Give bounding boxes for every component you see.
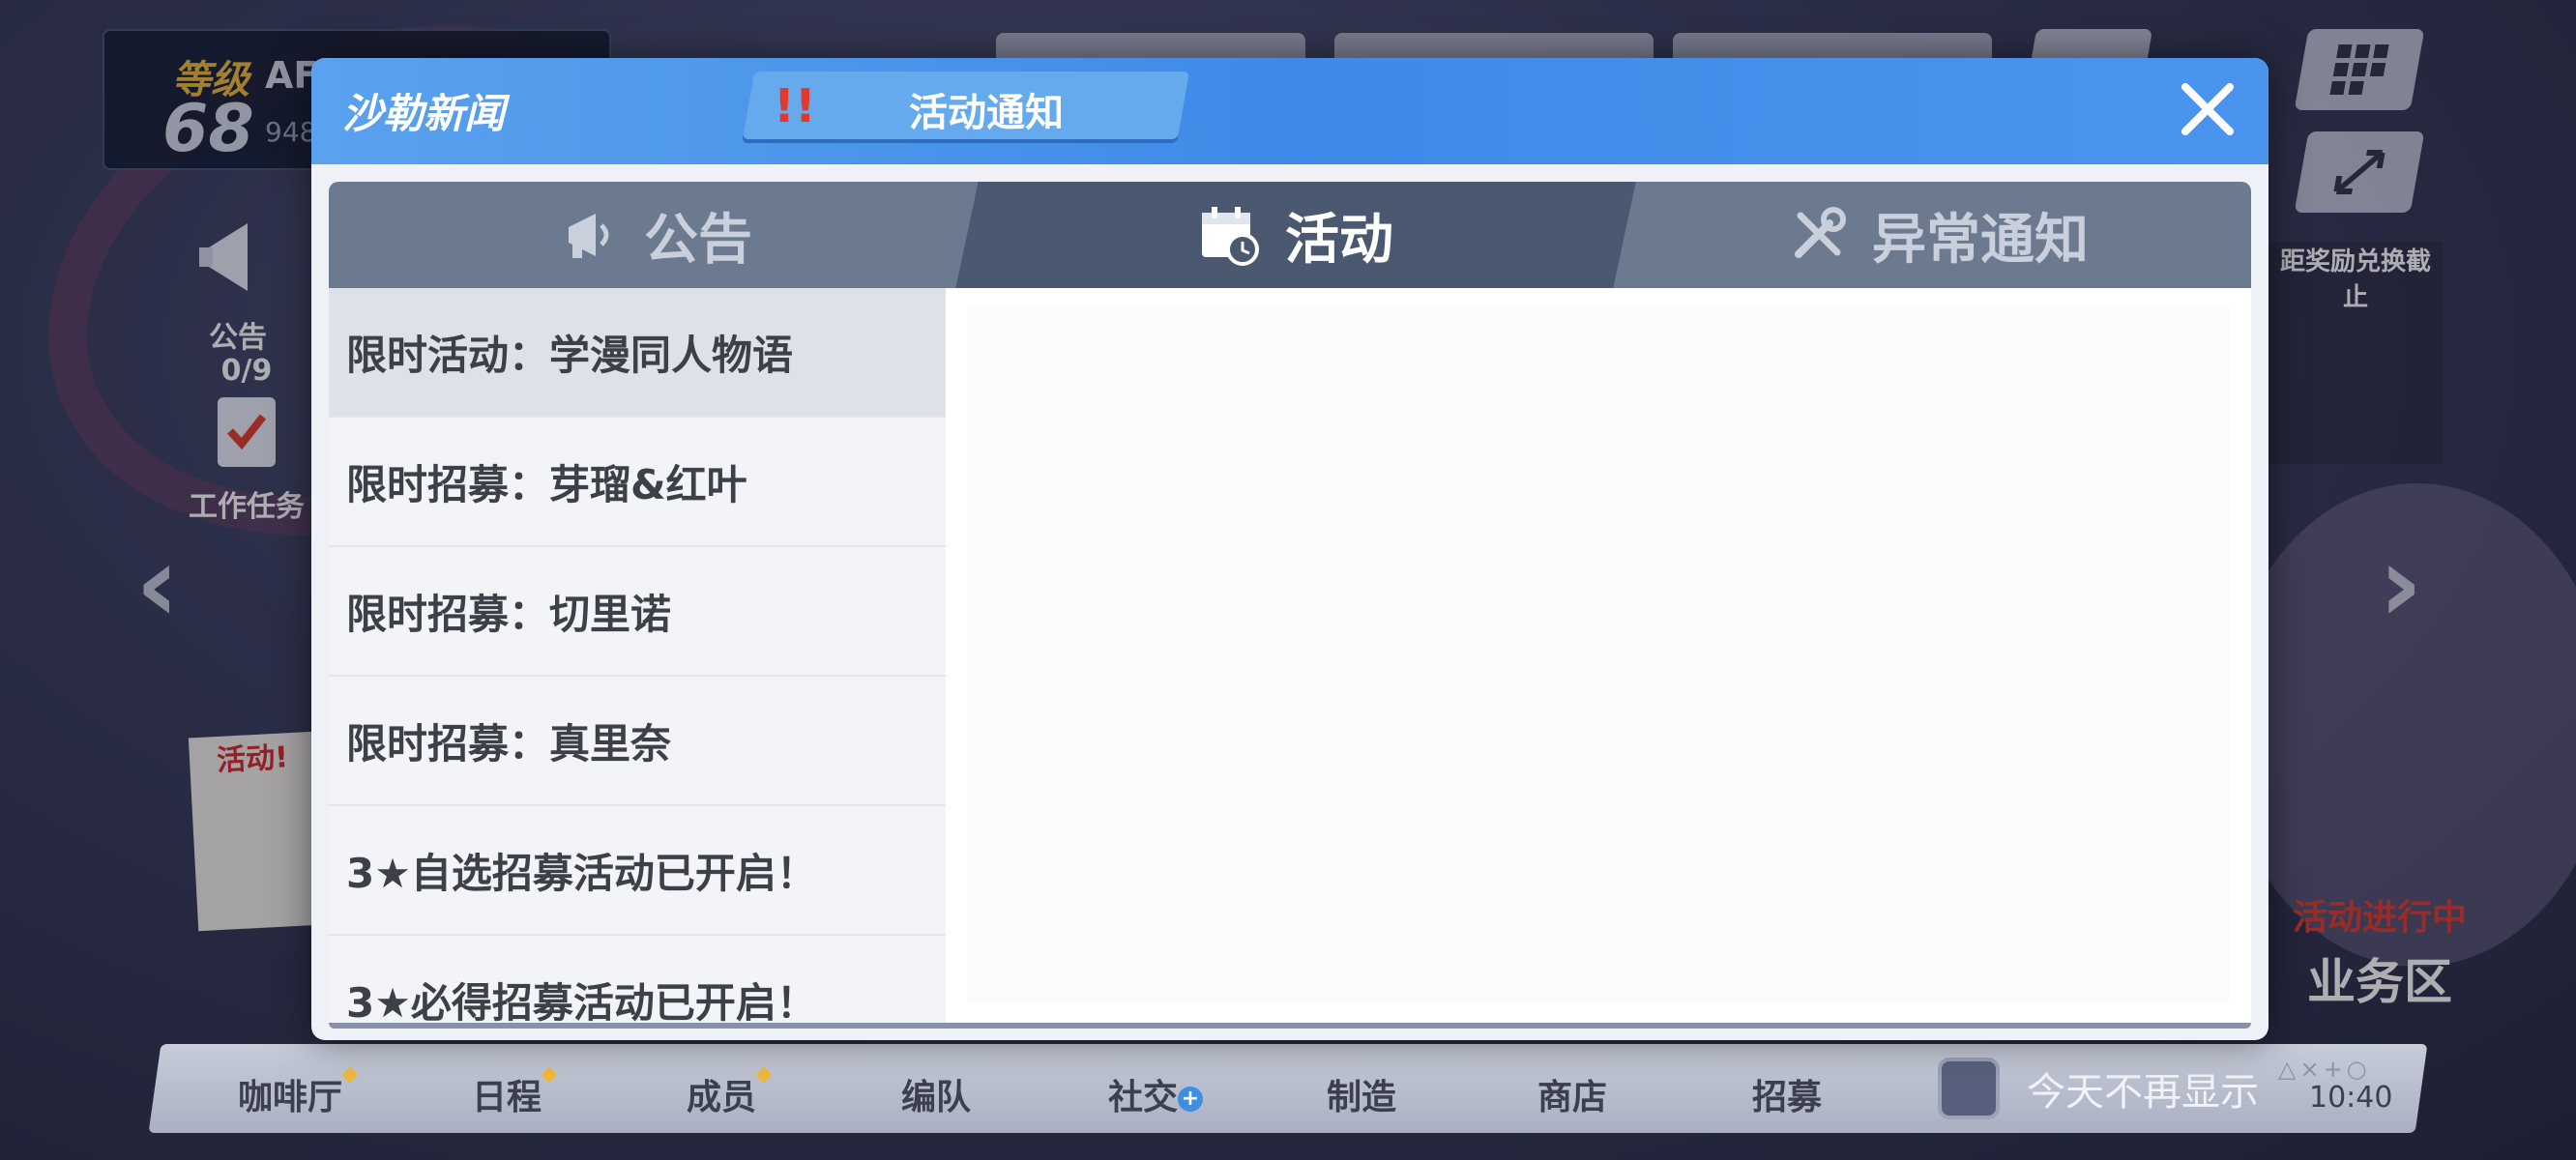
nav-formation[interactable]: 编队 bbox=[901, 1069, 971, 1119]
list-item[interactable]: 限时招募：真里奈 bbox=[329, 677, 946, 806]
megaphone-icon bbox=[559, 204, 621, 266]
nav-members[interactable]: 成员 bbox=[687, 1066, 773, 1119]
nav-cafe[interactable]: 咖啡厅 bbox=[238, 1066, 359, 1119]
nav-shop[interactable]: 商店 bbox=[1537, 1069, 1607, 1119]
dont-show-label: 今天不再显示 bbox=[2027, 1070, 2259, 1115]
notify-dot-icon bbox=[755, 1066, 773, 1084]
nav-social-label: 社交 bbox=[1108, 1078, 1179, 1117]
news-modal: 沙勒新闻 !! 活动通知 公告 活动 异常通知 限时活动：学漫同人物语 限时招募… bbox=[311, 58, 2269, 1040]
nav-shop-label: 商店 bbox=[1537, 1078, 1608, 1117]
plus-icon: + bbox=[1178, 1087, 1204, 1112]
alert-icon: !! bbox=[774, 79, 816, 133]
nav-crafting-label: 制造 bbox=[1327, 1078, 1397, 1117]
modal-title: 沙勒新闻 bbox=[342, 90, 506, 137]
clock: 10:40 bbox=[2309, 1081, 2393, 1115]
notice-tab-label: 活动通知 bbox=[909, 91, 1064, 135]
tab-event-label: 活动 bbox=[1285, 208, 1393, 272]
tab-event[interactable]: 活动 bbox=[967, 182, 1625, 288]
nav-schedule-label: 日程 bbox=[472, 1078, 542, 1117]
tab-maintenance-label: 异常通知 bbox=[1872, 208, 2089, 272]
category-tabs: 公告 活动 异常通知 bbox=[329, 182, 2251, 288]
event-detail-content[interactable] bbox=[967, 307, 2230, 1003]
calendar-clock-icon bbox=[1198, 203, 1262, 267]
modal-bottom-border bbox=[329, 1023, 2251, 1029]
nav-social[interactable]: 社交 + bbox=[1108, 1069, 1204, 1119]
close-button[interactable] bbox=[2174, 75, 2241, 143]
nav-recruit-label: 招募 bbox=[1752, 1078, 1823, 1117]
tab-announcement-label: 公告 bbox=[644, 208, 752, 272]
dont-show-checkbox[interactable] bbox=[1938, 1058, 2000, 1119]
list-item[interactable]: 限时活动：学漫同人物语 bbox=[329, 288, 946, 418]
event-list: 限时活动：学漫同人物语 限时招募：芽瑠&红叶 限时招募：切里诺 限时招募：真里奈… bbox=[329, 288, 946, 1023]
nav-recruit[interactable]: 招募 bbox=[1752, 1069, 1822, 1119]
close-icon bbox=[2181, 83, 2234, 135]
list-item[interactable]: 限时招募：芽瑠&红叶 bbox=[329, 418, 946, 547]
nav-members-label: 成员 bbox=[687, 1078, 757, 1117]
nav-formation-label: 编队 bbox=[901, 1078, 972, 1117]
notify-dot-icon bbox=[541, 1066, 558, 1084]
notify-dot-icon bbox=[341, 1066, 359, 1084]
tools-icon bbox=[1787, 204, 1849, 266]
modal-header: 沙勒新闻 !! 活动通知 bbox=[311, 58, 2269, 164]
list-item[interactable]: 限时招募：切里诺 bbox=[329, 547, 946, 677]
tab-maintenance[interactable]: 异常通知 bbox=[1625, 182, 2251, 288]
list-item[interactable]: 3★自选招募活动已开启！ bbox=[329, 806, 946, 936]
nav-cafe-label: 咖啡厅 bbox=[238, 1078, 343, 1117]
list-item[interactable]: 3★必得招募活动已开启！ bbox=[329, 936, 946, 1024]
event-detail-panel bbox=[946, 288, 2251, 1023]
tab-announcement[interactable]: 公告 bbox=[329, 182, 982, 288]
nav-crafting[interactable]: 制造 bbox=[1327, 1069, 1396, 1119]
dont-show-today-toggle[interactable]: 今天不再显示 bbox=[1938, 1058, 2259, 1119]
nav-schedule[interactable]: 日程 bbox=[472, 1066, 558, 1119]
controller-buttons-hint: △×+○ bbox=[2278, 1056, 2371, 1083]
